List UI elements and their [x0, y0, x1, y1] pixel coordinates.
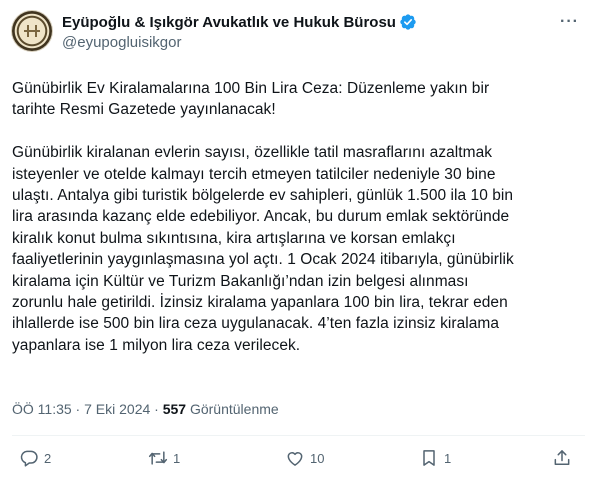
retweet-icon: [148, 451, 168, 465]
tweet-meta: ÖÖ 11:35 · 7 Eki 2024 · 557 Görüntülenme: [12, 401, 279, 417]
reply-button[interactable]: 2: [19, 448, 51, 468]
tweet-header: Eyüpoğlu & Işıkgör Avukatlık ve Hukuk Bü…: [12, 11, 585, 59]
timestamp[interactable]: ÖÖ 11:35 · 7 Eki 2024 ·: [12, 401, 163, 417]
bookmark-button[interactable]: 1: [419, 448, 451, 468]
avatar[interactable]: [12, 11, 52, 51]
heart-icon: [287, 452, 303, 466]
share-icon: [554, 450, 570, 465]
handle[interactable]: @eyupogluisikgor: [62, 34, 417, 51]
reply-icon: [20, 450, 38, 467]
like-count: 10: [310, 450, 325, 466]
bookmark-icon: [423, 450, 435, 466]
retweet-button[interactable]: 1: [148, 448, 180, 468]
bookmark-count: 1: [444, 450, 452, 466]
law-firm-logo-mark: [24, 25, 40, 37]
views-count: 557: [162, 401, 187, 417]
like-button[interactable]: 10: [285, 448, 324, 468]
verified-badge-icon: [400, 14, 416, 30]
author-names: Eyüpoğlu & Işıkgör Avukatlık ve Hukuk Bü…: [62, 12, 417, 51]
retweet-count: 1: [173, 450, 181, 466]
views-label: Görüntülenme: [186, 401, 279, 417]
reply-count: 2: [44, 450, 52, 466]
display-name[interactable]: Eyüpoğlu & Işıkgör Avukatlık ve Hukuk Bü…: [62, 14, 396, 31]
tweet-text: Günübirlik Ev Kiralamalarına 100 Bin Lir…: [12, 80, 514, 354]
divider: [12, 435, 585, 436]
display-name-row: Eyüpoğlu & Işıkgör Avukatlık ve Hukuk Bü…: [62, 12, 417, 32]
action-bar: 2 1 10 1: [12, 448, 585, 474]
more-dots-icon[interactable]: ···: [560, 13, 579, 31]
share-button[interactable]: [552, 448, 572, 468]
